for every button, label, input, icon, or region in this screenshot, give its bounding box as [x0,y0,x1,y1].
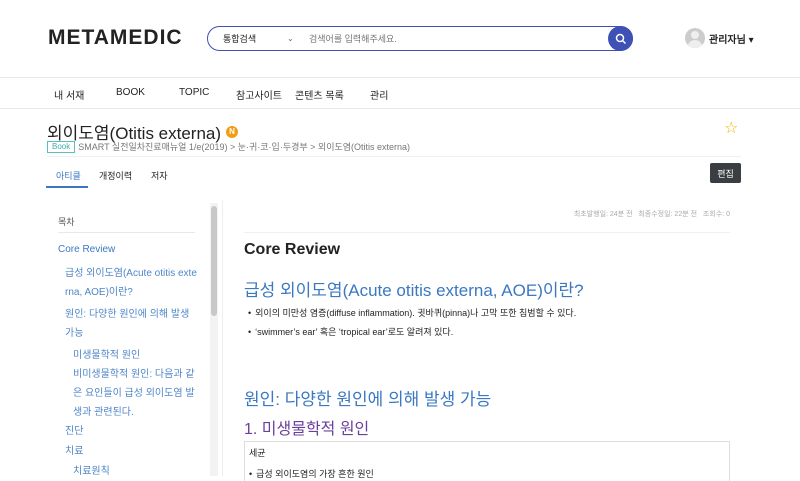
active-tab-indicator [46,186,88,188]
breadcrumb: Book SMART 실전일차진료매뉴얼 1/e(2019) > 눈·귀·코·입·… [47,140,410,153]
tab-authors[interactable]: 저자 [151,169,168,182]
search-bar: 통합검색 ⌄ [207,26,633,51]
new-badge: N [226,125,239,138]
divider [47,156,741,157]
list-item: 외이의 미만성 염증(diffuse inflammation). 귓바퀴(pi… [248,306,576,319]
nav-my-library[interactable]: 내 서재 [54,87,84,102]
edit-button[interactable]: 편집 [710,163,741,183]
subsection-heading: 급성 외이도염(Acute otitis externa, AOE)이란? [244,281,584,300]
divider [244,232,730,233]
toc-list: Core Review 급성 외이도염(Acute otitis externa… [58,241,198,481]
box-title: 세균 [249,448,266,458]
avatar [685,28,705,48]
section-heading: Core Review [244,241,341,258]
breadcrumb-text[interactable]: SMART 실전일차진료매뉴얼 1/e(2019) > 눈·귀·코·입·두경부 … [78,140,410,153]
toc-item[interactable]: 치료 [58,443,198,461]
tab-revision-history[interactable]: 개정이력 [99,169,132,182]
list-item: 급성 외이도염의 가장 흔한 원인 [249,467,729,480]
user-menu[interactable]: 관리자님 ▾ [685,28,754,48]
nav-book[interactable]: BOOK [116,87,145,98]
search-button[interactable] [608,26,633,51]
info-box: 세균 급성 외이도염의 가장 흔한 원인 [244,441,730,481]
toc-item[interactable]: 비미생물학적 원인: 다음과 같은 요인들이 급성 외이도염 발생과 관련된다. [58,365,198,422]
toc-item[interactable]: 원인: 다양한 원인에 의해 발생 가능 [58,305,198,343]
divider [222,200,223,476]
user-name: 관리자님 ▾ [709,34,754,46]
toc-title: 목차 [58,217,75,227]
search-icon [615,33,626,44]
subsection-heading: 원인: 다양한 원인에 의해 발생 가능 [244,390,492,409]
nav-content-list[interactable]: 콘텐츠 목록 [295,87,344,102]
divider [0,108,800,109]
book-tag: Book [47,140,76,153]
search-input[interactable] [309,33,608,44]
toc-item[interactable]: 치료원칙 [58,463,198,481]
chevron-down-icon[interactable]: ⌄ [287,34,309,43]
nav-topic[interactable]: TOPIC [179,87,209,98]
divider [0,77,800,78]
toc-item[interactable]: 미생물학적 원인 [58,347,198,365]
article-meta: 최초발행일: 24분 전 최종수정일: 22분 전 조회수: 0 [573,211,730,218]
toc-item[interactable]: Core Review [58,241,198,259]
tab-article[interactable]: 아티클 [56,169,81,182]
list-item: ‘swimmer’s ear’ 혹은 ‘tropical ear’로도 알려져 … [248,325,453,338]
toc-item[interactable]: 진단 [58,423,198,441]
nav-reference-sites[interactable]: 참고사이트 [236,87,282,102]
toc-scrollbar-thumb[interactable] [211,206,217,316]
toc-item[interactable]: 급성 외이도염(Acute otitis externa, AOE)이란? [58,264,198,302]
divider [58,232,195,233]
subheading: 1. 미생물학적 원인 [244,421,370,438]
logo[interactable]: METAMEDIC [48,26,183,50]
nav-admin[interactable]: 관리 [370,87,388,102]
star-icon[interactable]: ☆ [724,118,738,138]
search-scope-select[interactable]: 통합검색 [223,32,287,45]
